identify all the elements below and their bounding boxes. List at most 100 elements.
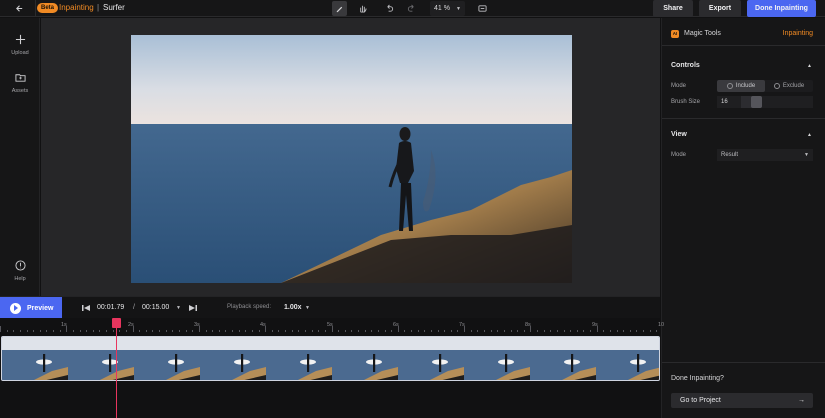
ruler-tick xyxy=(577,330,578,332)
ruler-tick xyxy=(139,330,140,332)
ruler-tick xyxy=(484,330,485,332)
export-button[interactable]: Export xyxy=(699,0,741,17)
video-frame xyxy=(2,337,68,380)
chevron-down-icon[interactable]: ▼ xyxy=(176,305,181,311)
share-button[interactable]: Share xyxy=(653,0,693,17)
controls-section-title[interactable]: Controls xyxy=(671,62,700,69)
skip-back-icon[interactable] xyxy=(81,303,91,313)
ruler-tick xyxy=(451,330,452,332)
ruler-tick xyxy=(292,330,293,332)
preview-button[interactable]: Preview xyxy=(0,297,62,319)
screen-toggle-button[interactable] xyxy=(475,1,490,16)
chevron-down-icon[interactable]: ▼ xyxy=(305,305,310,311)
ruler-label: 4s xyxy=(260,322,266,328)
video-frame xyxy=(266,337,332,380)
ruler-tick xyxy=(557,330,558,332)
ruler-tick xyxy=(272,330,273,332)
ruler-tick xyxy=(418,330,419,332)
project-name[interactable]: Surfer xyxy=(103,3,125,13)
playhead-handle[interactable] xyxy=(112,318,121,328)
ruler-tick xyxy=(471,330,472,332)
undo-button[interactable] xyxy=(382,1,397,16)
divider xyxy=(662,362,825,363)
ruler-tick xyxy=(444,330,445,332)
exclude-option[interactable]: Exclude xyxy=(765,80,813,92)
ruler-tick xyxy=(656,330,657,332)
ruler-tick xyxy=(570,330,571,332)
skip-forward-icon[interactable] xyxy=(188,303,198,313)
ruler-label: 10 xyxy=(658,322,665,328)
timeline-ruler[interactable]: 1s 2s 3s 4s 5s 6s 7s 8s 9s 10 xyxy=(0,318,664,334)
ruler-tick xyxy=(524,330,525,332)
ruler-tick xyxy=(623,330,624,332)
hand-icon xyxy=(360,5,367,13)
chevron-up-icon[interactable]: ▲ xyxy=(807,132,812,138)
ruler-tick xyxy=(544,330,545,332)
ruler-tick xyxy=(119,330,120,332)
redo-button[interactable] xyxy=(404,1,419,16)
total-time[interactable]: 00:15.00 xyxy=(142,304,169,311)
chevron-down-icon: ▼ xyxy=(804,152,809,158)
ruler-tick xyxy=(106,330,107,332)
brush-size-input[interactable]: 16 xyxy=(717,96,741,108)
surfer-image[interactable] xyxy=(131,35,572,283)
video-track[interactable] xyxy=(1,336,660,381)
photo-illustration xyxy=(131,35,572,283)
ruler-tick xyxy=(13,330,14,332)
hand-tool-button[interactable] xyxy=(355,1,370,16)
ruler-label: 7s xyxy=(459,322,465,328)
brush-tool-button[interactable] xyxy=(332,1,347,16)
playhead-line xyxy=(116,320,117,418)
ruler-tick xyxy=(365,330,366,332)
ruler-tick xyxy=(583,330,584,332)
left-sidebar: Upload Assets Help xyxy=(0,18,40,296)
zoom-value: 41 % xyxy=(434,5,450,12)
ruler-label: 8s xyxy=(525,322,531,328)
back-button[interactable] xyxy=(10,2,28,15)
zoom-select[interactable]: 41 % ▼ xyxy=(430,1,465,16)
brush-size-thumb[interactable] xyxy=(751,96,762,108)
ruler-label: 9s xyxy=(592,322,598,328)
ruler-tick xyxy=(33,330,34,332)
video-frame xyxy=(68,337,134,380)
view-mode-label: Mode xyxy=(671,152,687,158)
sidebar-item-help[interactable]: Help xyxy=(0,260,40,282)
exclude-label: Exclude xyxy=(782,83,805,89)
current-time: 00:01.79 xyxy=(97,304,125,311)
ruler-tick xyxy=(152,330,153,332)
done-inpainting-button[interactable]: Done Inpainting xyxy=(747,0,816,17)
timeline-empty-area xyxy=(0,382,660,418)
chevron-up-icon[interactable]: ▲ xyxy=(807,63,812,69)
ruler-tick xyxy=(206,330,207,332)
top-bar: Beta Inpainting | Surfer 41 % ▼ Share Ex… xyxy=(0,0,825,17)
ruler-tick xyxy=(517,330,518,332)
ruler-label: 3s xyxy=(194,322,200,328)
go-to-project-button[interactable]: Go to Project → xyxy=(671,393,813,408)
preview-label: Preview xyxy=(27,304,54,312)
playback-speed-value[interactable]: 1.00x xyxy=(284,304,302,311)
view-mode-value: Result xyxy=(721,152,739,158)
arrow-right-icon: → xyxy=(798,397,805,404)
view-section-title[interactable]: View xyxy=(671,131,687,138)
canvas-area[interactable] xyxy=(41,18,660,296)
video-frame xyxy=(332,337,398,380)
ruler-tick xyxy=(40,330,41,332)
ruler-tick xyxy=(20,330,21,332)
help-icon xyxy=(14,260,26,271)
ruler-tick xyxy=(80,330,81,332)
view-mode-select[interactable]: Result ▼ xyxy=(717,149,813,161)
brush-size-slider[interactable] xyxy=(741,96,813,108)
brush-size-label: Brush Size xyxy=(671,99,701,105)
include-option[interactable]: Include xyxy=(717,80,765,92)
timeline-controls: Preview 00:01.79 / 00:15.00 ▼ Playback s… xyxy=(0,296,660,319)
ruler-tick xyxy=(537,330,538,332)
ruler-label: 1s xyxy=(61,322,67,328)
ruler-tick xyxy=(345,330,346,332)
ruler-tick xyxy=(312,330,313,332)
ruler-tick xyxy=(318,330,319,332)
sidebar-item-assets[interactable]: Assets xyxy=(0,72,40,94)
breadcrumb-separator: | xyxy=(97,3,100,12)
sidebar-item-upload[interactable]: Upload xyxy=(0,34,40,56)
ruler-tick xyxy=(99,330,100,332)
ruler-tick xyxy=(298,330,299,332)
